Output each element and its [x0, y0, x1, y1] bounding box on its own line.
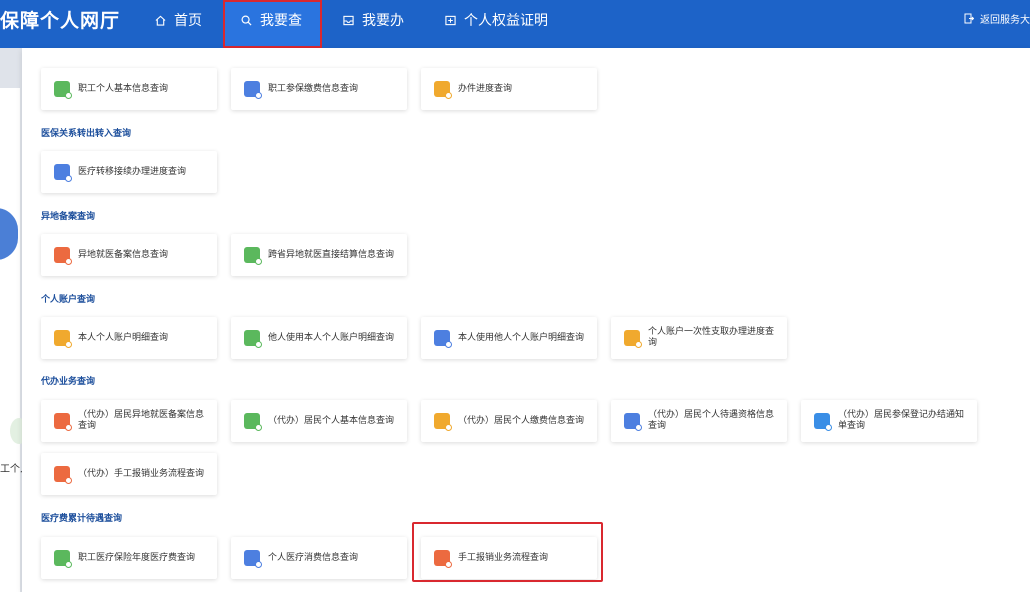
hand-coin-icon [624, 330, 642, 348]
form-icon [814, 413, 832, 431]
query-card[interactable]: 个人账户一次性支取办理进度查询 [611, 317, 787, 359]
query-card-label: （代办）居民个人基本信息查询 [268, 415, 395, 426]
document-icon [54, 247, 72, 265]
query-card-label: 职工医疗保险年度医疗费查询 [78, 552, 196, 563]
chat-icon [54, 466, 72, 484]
id-card-icon [244, 81, 262, 99]
background-page: 工个人 [0, 88, 30, 592]
query-card-label: 个人医疗消费信息查询 [268, 552, 359, 563]
section-title: 医疗费累计待遇查询 [41, 514, 123, 524]
id-card-icon [624, 413, 642, 431]
nav-home-label: 首页 [174, 13, 202, 29]
query-card-label: 本人个人账户明细查询 [78, 332, 169, 343]
nav-handle-label: 我要办 [362, 13, 404, 29]
document-icon [244, 247, 262, 265]
query-card-label: （代办）手工报销业务流程查询 [78, 468, 205, 479]
query-card[interactable]: 跨省异地就医直接结算信息查询 [231, 234, 407, 276]
section-title: 医保关系转出转入查询 [41, 129, 132, 139]
query-card[interactable]: 职工个人基本信息查询 [41, 68, 217, 110]
person-icon [434, 330, 452, 348]
nav-certificate-label: 个人权益证明 [464, 13, 548, 29]
query-card-label: 职工个人基本信息查询 [78, 83, 169, 94]
query-card[interactable]: 职工医疗保险年度医疗费查询 [41, 537, 217, 579]
nav-home[interactable]: 首页 [155, 0, 202, 48]
person-icon [54, 81, 72, 99]
exit-icon [964, 13, 975, 24]
nav-handle[interactable]: 我要办 [343, 0, 404, 48]
query-card[interactable]: （代办）居民个人基本信息查询 [231, 400, 407, 442]
person-icon [244, 330, 262, 348]
query-card[interactable]: 本人个人账户明细查询 [41, 317, 217, 359]
query-card-label: （代办）居民异地就医备案信息查询 [78, 410, 205, 431]
query-card[interactable]: 本人使用他人个人账户明细查询 [421, 317, 597, 359]
id-card-icon [244, 413, 262, 431]
back-to-hall-label: 返回服务大 [980, 15, 1030, 26]
query-card[interactable]: （代办）居民个人缴费信息查询 [421, 400, 597, 442]
query-card[interactable]: 他人使用本人个人账户明细查询 [231, 317, 407, 359]
query-card[interactable]: （代办）居民参保登记办结通知单查询 [801, 400, 977, 442]
search-icon [241, 15, 252, 26]
query-card-label: （代办）居民参保登记办结通知单查询 [838, 410, 965, 431]
section-title: 个人账户查询 [41, 295, 96, 305]
query-card-label: 个人账户一次性支取办理进度查询 [648, 327, 775, 348]
query-card-label: 手工报销业务流程查询 [458, 552, 549, 563]
section-title: 代办业务查询 [41, 377, 96, 387]
query-card[interactable]: 医疗转移接续办理进度查询 [41, 151, 217, 193]
chat-icon [434, 550, 452, 568]
inbox-icon [343, 15, 354, 26]
query-card-label: （代办）居民个人待遇资格信息查询 [648, 410, 775, 431]
query-card-label: 本人使用他人个人账户明细查询 [458, 332, 585, 343]
hourglass-icon [434, 81, 452, 99]
briefcase-icon [244, 550, 262, 568]
background-avatar [0, 208, 18, 260]
back-to-hall-button[interactable]: 返回服务大 [964, 0, 1030, 42]
query-card-label: 跨省异地就医直接结算信息查询 [268, 249, 395, 260]
id-card-icon [54, 164, 72, 182]
query-card[interactable]: （代办）手工报销业务流程查询 [41, 453, 217, 495]
query-card[interactable]: 手工报销业务流程查询 [421, 537, 597, 579]
nav-query[interactable]: 我要查 [223, 0, 322, 48]
query-dropdown-panel: 职工个人基本信息查询 职工参保缴费信息查询 办件进度查询医保关系转出转入查询医疗转移… [22, 48, 1030, 592]
query-card-label: 医疗转移接续办理进度查询 [78, 166, 187, 177]
bottle-icon [54, 550, 72, 568]
person-icon [54, 330, 72, 348]
document-icon [54, 413, 72, 431]
query-card[interactable]: 职工参保缴费信息查询 [231, 68, 407, 110]
app-title: 保障个人网厅 [0, 10, 121, 32]
section-title: 异地备案查询 [41, 212, 96, 222]
query-card[interactable]: （代办）居民异地就医备案信息查询 [41, 400, 217, 442]
query-card-label: 职工参保缴费信息查询 [268, 83, 359, 94]
nav-certificate[interactable]: 个人权益证明 [445, 0, 548, 48]
query-card[interactable]: 异地就医备案信息查询 [41, 234, 217, 276]
id-card-icon [434, 413, 452, 431]
certificate-icon [445, 15, 456, 26]
query-card-label: （代办）居民个人缴费信息查询 [458, 415, 585, 426]
query-card-label: 异地就医备案信息查询 [78, 249, 169, 260]
query-card[interactable]: 个人医疗消费信息查询 [231, 537, 407, 579]
query-card[interactable]: （代办）居民个人待遇资格信息查询 [611, 400, 787, 442]
query-card[interactable]: 办件进度查询 [421, 68, 597, 110]
query-card-label: 办件进度查询 [458, 83, 513, 94]
nav-query-label: 我要查 [260, 13, 302, 29]
top-navbar: 保障个人网厅 首页 我要查 我要办 个人权益证明 返回服务大 [0, 0, 1030, 48]
query-card-label: 他人使用本人个人账户明细查询 [268, 332, 395, 343]
home-icon [155, 15, 166, 26]
